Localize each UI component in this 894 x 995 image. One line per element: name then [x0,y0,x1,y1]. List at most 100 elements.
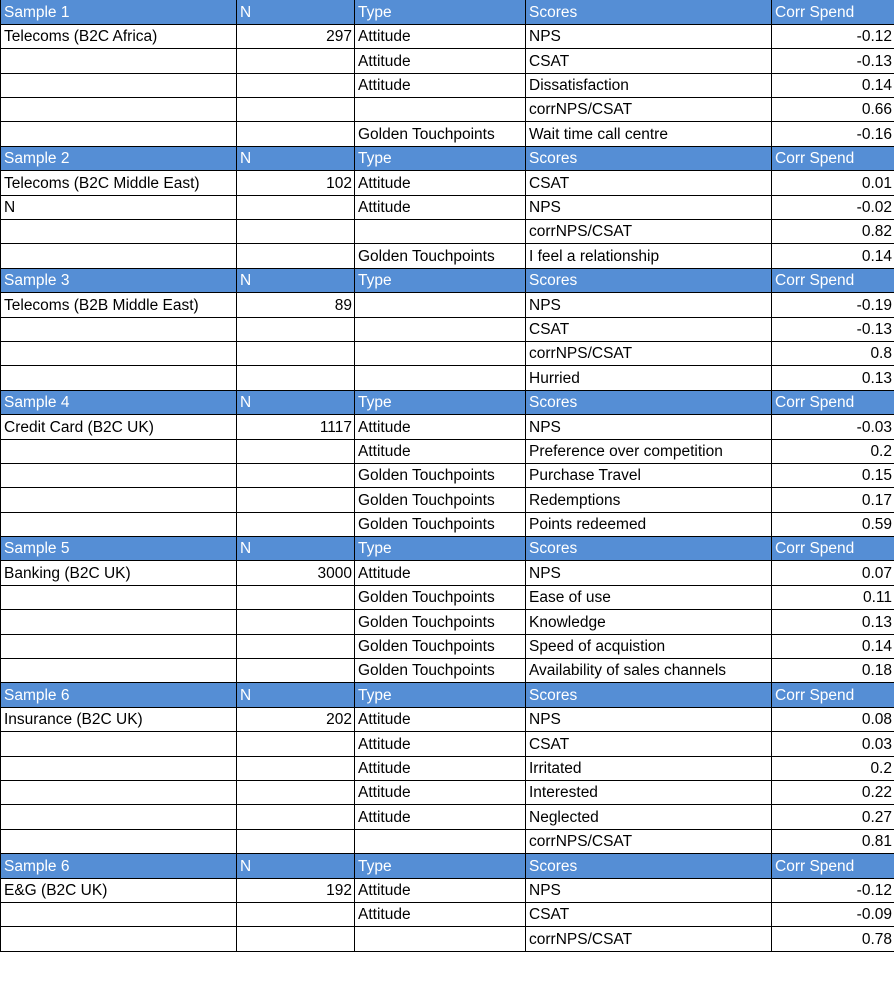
cell-score[interactable]: CSAT [525,170,772,196]
cell-sector[interactable] [0,97,237,123]
cell-score[interactable]: CSAT [525,316,772,342]
cell-corr-spend[interactable]: 0.2 [771,438,894,464]
cell-sector[interactable] [0,731,237,757]
cell-type[interactable]: Attitude [354,901,526,928]
cell-score[interactable]: NPS [525,292,772,318]
cell-sector[interactable] [0,462,237,489]
cell-n[interactable] [236,926,355,952]
cell-score[interactable]: CSAT [525,901,772,928]
cell-sector[interactable] [0,633,237,660]
cell-score[interactable]: NPS [525,877,772,903]
cell-corr-spend[interactable]: 0.14 [771,243,894,269]
cell-n[interactable] [236,658,355,684]
cell-sector[interactable] [0,609,237,635]
header-sample[interactable]: Sample 2 [0,145,237,172]
header-type[interactable]: Type [354,389,526,416]
cell-corr-spend[interactable]: -0.03 [771,414,894,440]
header-scores[interactable]: Scores [525,853,772,879]
cell-score[interactable]: Redemptions [525,487,772,513]
cell-sector[interactable]: Telecoms (B2C Africa) [0,23,237,50]
header-type[interactable]: Type [354,267,526,294]
cell-n[interactable] [236,901,355,928]
cell-sector[interactable]: E&G (B2C UK) [0,877,237,903]
cell-type[interactable]: Attitude [354,23,526,50]
cell-corr-spend[interactable]: 0.13 [771,609,894,635]
cell-type[interactable]: Attitude [354,414,526,440]
cell-type[interactable]: Golden Touchpoints [354,243,526,269]
cell-sector[interactable] [0,584,237,611]
cell-type[interactable]: Attitude [354,72,526,99]
cell-n[interactable] [236,755,355,782]
cell-type[interactable] [354,926,526,952]
cell-score[interactable]: corrNPS/CSAT [525,828,772,855]
header-n[interactable]: N [236,145,355,172]
cell-type[interactable] [354,365,526,391]
header-n[interactable]: N [236,853,355,879]
header-corr-spend[interactable]: Corr Spend [771,0,894,25]
cell-sector[interactable] [0,316,237,342]
cell-score[interactable]: Preference over competition [525,438,772,464]
cell-n[interactable]: 3000 [236,560,355,586]
cell-score[interactable]: corrNPS/CSAT [525,340,772,367]
header-corr-spend[interactable]: Corr Spend [771,682,894,708]
cell-sector[interactable] [0,243,237,269]
cell-corr-spend[interactable]: 0.08 [771,706,894,733]
cell-n[interactable]: 202 [236,706,355,733]
cell-score[interactable]: NPS [525,194,772,221]
cell-type[interactable]: Golden Touchpoints [354,511,526,538]
cell-type[interactable] [354,219,526,245]
cell-sector[interactable] [0,658,237,684]
header-corr-spend[interactable]: Corr Spend [771,853,894,879]
cell-corr-spend[interactable]: 0.82 [771,219,894,245]
cell-score[interactable]: NPS [525,23,772,50]
cell-n[interactable] [236,779,355,806]
header-corr-spend[interactable]: Corr Spend [771,536,894,562]
cell-score[interactable]: Neglected [525,804,772,830]
cell-n[interactable] [236,487,355,513]
cell-n[interactable] [236,219,355,245]
cell-n[interactable] [236,584,355,611]
cell-n[interactable] [236,804,355,830]
header-sample[interactable]: Sample 5 [0,536,237,562]
cell-n[interactable] [236,48,355,74]
cell-type[interactable]: Golden Touchpoints [354,633,526,660]
header-corr-spend[interactable]: Corr Spend [771,389,894,416]
cell-sector[interactable]: Banking (B2C UK) [0,560,237,586]
cell-corr-spend[interactable]: 0.59 [771,511,894,538]
cell-n[interactable]: 102 [236,170,355,196]
cell-type[interactable]: Attitude [354,804,526,830]
header-sample[interactable]: Sample 6 [0,853,237,879]
header-type[interactable]: Type [354,536,526,562]
cell-type[interactable]: Golden Touchpoints [354,487,526,513]
cell-type[interactable]: Golden Touchpoints [354,584,526,611]
cell-type[interactable] [354,340,526,367]
cell-corr-spend[interactable]: -0.12 [771,23,894,50]
header-type[interactable]: Type [354,682,526,708]
cell-score[interactable]: Dissatisfaction [525,72,772,99]
cell-score[interactable]: I feel a relationship [525,243,772,269]
header-scores[interactable]: Scores [525,682,772,708]
cell-sector[interactable] [0,511,237,538]
cell-n[interactable] [236,340,355,367]
cell-sector[interactable] [0,804,237,830]
cell-corr-spend[interactable]: 0.78 [771,926,894,952]
header-sample[interactable]: Sample 6 [0,682,237,708]
cell-score[interactable]: corrNPS/CSAT [525,219,772,245]
header-scores[interactable]: Scores [525,536,772,562]
header-n[interactable]: N [236,0,355,25]
header-n[interactable]: N [236,682,355,708]
cell-sector[interactable] [0,755,237,782]
cell-score[interactable]: corrNPS/CSAT [525,97,772,123]
cell-n[interactable] [236,365,355,391]
cell-sector[interactable]: Telecoms (B2C Middle East) [0,170,237,196]
cell-type[interactable]: Attitude [354,194,526,221]
cell-type[interactable] [354,316,526,342]
cell-corr-spend[interactable]: -0.19 [771,292,894,318]
cell-n[interactable] [236,438,355,464]
header-scores[interactable]: Scores [525,267,772,294]
cell-corr-spend[interactable]: 0.15 [771,462,894,489]
header-n[interactable]: N [236,267,355,294]
cell-n[interactable] [236,97,355,123]
cell-type[interactable]: Golden Touchpoints [354,658,526,684]
cell-score[interactable]: Purchase Travel [525,462,772,489]
